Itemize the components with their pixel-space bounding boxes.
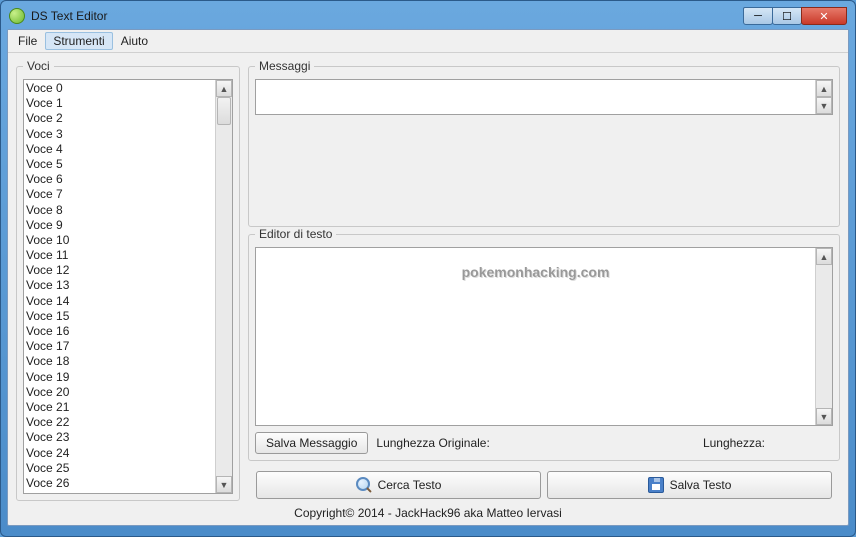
- scroll-down-icon[interactable]: ▼: [816, 97, 832, 114]
- list-item[interactable]: Voce 12: [26, 263, 213, 278]
- list-item[interactable]: Voce 4: [26, 142, 213, 157]
- search-icon: [356, 477, 372, 493]
- list-item[interactable]: Voce 6: [26, 172, 213, 187]
- list-item[interactable]: Voce 18: [26, 354, 213, 369]
- voci-scrollbar[interactable]: ▲ ▼: [215, 80, 232, 493]
- list-item[interactable]: Voce 11: [26, 248, 213, 263]
- voci-group-label: Voci: [23, 59, 54, 73]
- scroll-down-icon[interactable]: ▼: [216, 476, 232, 493]
- scroll-up-icon[interactable]: ▲: [816, 248, 832, 265]
- messaggi-group: Messaggi ▲ ▼: [248, 59, 840, 227]
- salva-testo-button[interactable]: Salva Testo: [547, 471, 832, 499]
- list-item[interactable]: Voce 1: [26, 96, 213, 111]
- menubar: File Strumenti Aiuto: [8, 30, 848, 53]
- list-item[interactable]: Voce 0: [26, 81, 213, 96]
- window-frame: DS Text Editor ─ ☐ ✕ File Strumenti Aiut…: [0, 0, 856, 537]
- save-icon: [648, 477, 664, 493]
- list-item[interactable]: Voce 5: [26, 157, 213, 172]
- content: Voci Voce 0Voce 1Voce 2Voce 3Voce 4Voce …: [8, 53, 848, 503]
- voci-listbox[interactable]: Voce 0Voce 1Voce 2Voce 3Voce 4Voce 5Voce…: [23, 79, 233, 494]
- list-item[interactable]: Voce 26: [26, 476, 213, 491]
- list-item[interactable]: Voce 9: [26, 218, 213, 233]
- lunghezza-originale-label: Lunghezza Originale:: [376, 436, 489, 450]
- list-item[interactable]: Voce 23: [26, 430, 213, 445]
- footer-copyright: Copyright© 2014 - JackHack96 aka Matteo …: [8, 503, 848, 525]
- list-item[interactable]: Voce 20: [26, 385, 213, 400]
- voci-group: Voci Voce 0Voce 1Voce 2Voce 3Voce 4Voce …: [16, 59, 240, 501]
- list-item[interactable]: Voce 8: [26, 203, 213, 218]
- editor-group-label: Editor di testo: [255, 227, 336, 241]
- list-item[interactable]: Voce 16: [26, 324, 213, 339]
- client-area: File Strumenti Aiuto Voci Voce 0Voce 1Vo…: [7, 29, 849, 526]
- list-item[interactable]: Voce 27: [26, 491, 213, 493]
- list-item[interactable]: Voce 17: [26, 339, 213, 354]
- editor-group: Editor di testo pokemonhacking.com ▲ ▼: [248, 227, 840, 461]
- list-item[interactable]: Voce 19: [26, 370, 213, 385]
- list-item[interactable]: Voce 25: [26, 461, 213, 476]
- scroll-thumb[interactable]: [217, 97, 231, 125]
- lunghezza-label: Lunghezza:: [703, 436, 765, 450]
- editor-scrollbar[interactable]: ▲ ▼: [815, 248, 832, 425]
- window-title: DS Text Editor: [31, 9, 744, 23]
- maximize-button[interactable]: ☐: [772, 7, 802, 25]
- minimize-button[interactable]: ─: [743, 7, 773, 25]
- list-item[interactable]: Voce 3: [26, 127, 213, 142]
- menu-file[interactable]: File: [10, 32, 45, 50]
- scroll-up-icon[interactable]: ▲: [816, 80, 832, 97]
- cerca-testo-button[interactable]: Cerca Testo: [256, 471, 541, 499]
- salva-testo-label: Salva Testo: [670, 478, 732, 492]
- cerca-testo-label: Cerca Testo: [378, 478, 442, 492]
- list-item[interactable]: Voce 7: [26, 187, 213, 202]
- list-item[interactable]: Voce 22: [26, 415, 213, 430]
- messaggi-listbox[interactable]: ▲ ▼: [255, 79, 833, 115]
- list-item[interactable]: Voce 15: [26, 309, 213, 324]
- scroll-down-icon[interactable]: ▼: [816, 408, 832, 425]
- list-item[interactable]: Voce 14: [26, 294, 213, 309]
- list-item[interactable]: Voce 2: [26, 111, 213, 126]
- messaggi-scrollbar[interactable]: ▲ ▼: [815, 80, 832, 114]
- list-item[interactable]: Voce 10: [26, 233, 213, 248]
- close-button[interactable]: ✕: [801, 7, 847, 25]
- salva-messaggio-button[interactable]: Salva Messaggio: [255, 432, 368, 454]
- menu-tools[interactable]: Strumenti: [45, 32, 112, 50]
- menu-help[interactable]: Aiuto: [113, 32, 156, 50]
- messaggi-group-label: Messaggi: [255, 59, 314, 73]
- app-icon: [9, 8, 25, 24]
- editor-textarea[interactable]: pokemonhacking.com ▲ ▼: [255, 247, 833, 426]
- list-item[interactable]: Voce 21: [26, 400, 213, 415]
- scroll-up-icon[interactable]: ▲: [216, 80, 232, 97]
- salva-messaggio-label: Salva Messaggio: [266, 436, 357, 450]
- list-item[interactable]: Voce 24: [26, 446, 213, 461]
- list-item[interactable]: Voce 13: [26, 278, 213, 293]
- titlebar[interactable]: DS Text Editor ─ ☐ ✕: [7, 7, 849, 29]
